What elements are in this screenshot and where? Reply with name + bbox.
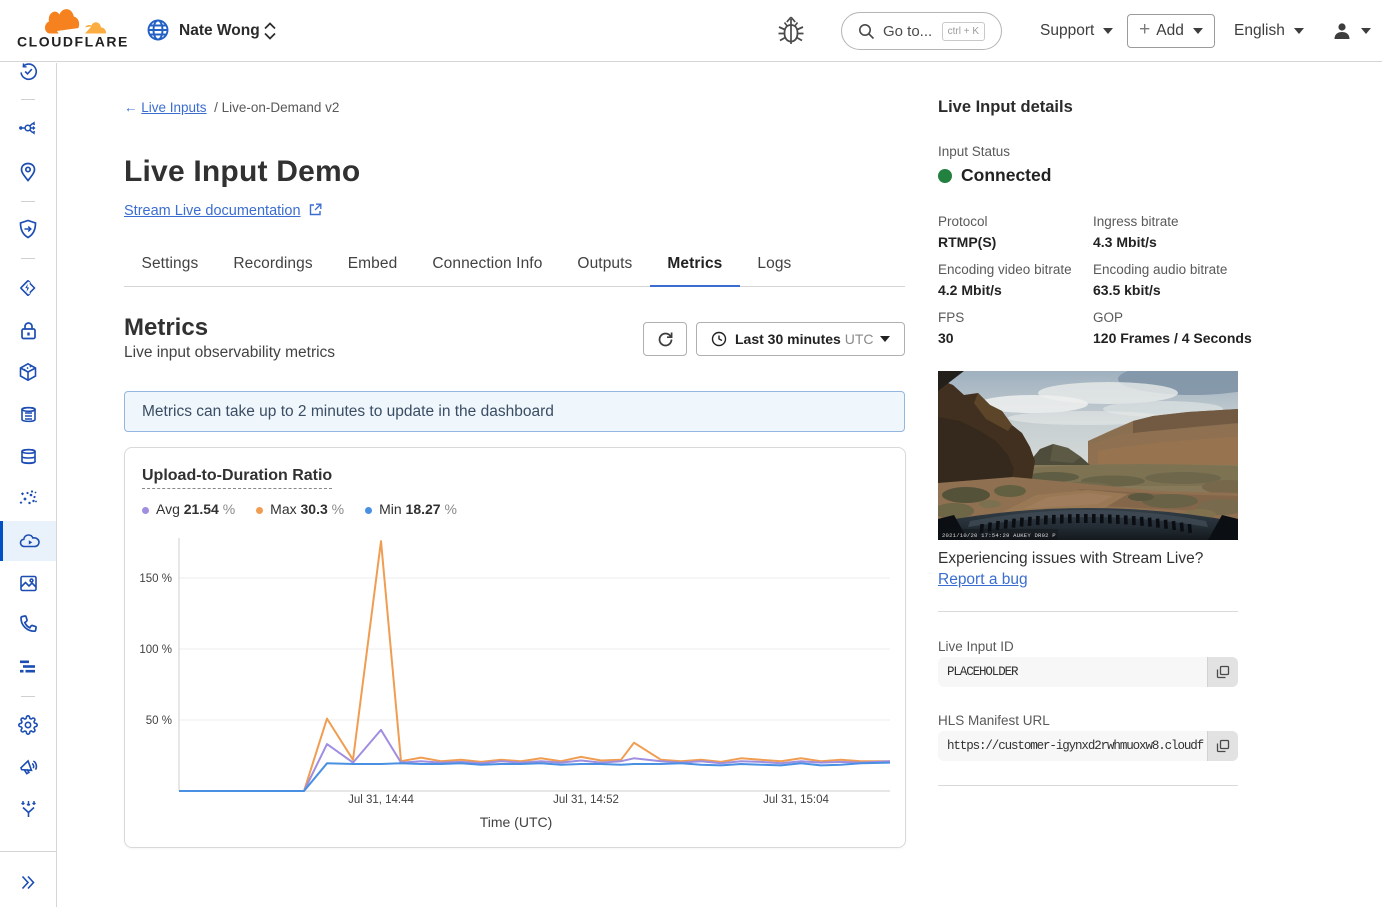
svg-text:Jul 31, 15:04: Jul 31, 15:04 [763, 794, 829, 806]
svg-text:Jul 31, 14:52: Jul 31, 14:52 [553, 794, 619, 806]
svg-text:100 %: 100 % [139, 644, 172, 656]
svg-text:150 %: 150 % [139, 573, 172, 585]
svg-text:CLOUDFLARE: CLOUDFLARE [17, 34, 129, 50]
svg-text:Time (UTC): Time (UTC) [480, 814, 553, 830]
svg-text:2021/10/20 17:54:29 AUKEY DR02: 2021/10/20 17:54:29 AUKEY DR02 P [942, 532, 1056, 539]
svg-text:50 %: 50 % [146, 715, 172, 727]
svg-text:Jul 31, 14:44: Jul 31, 14:44 [348, 794, 414, 806]
